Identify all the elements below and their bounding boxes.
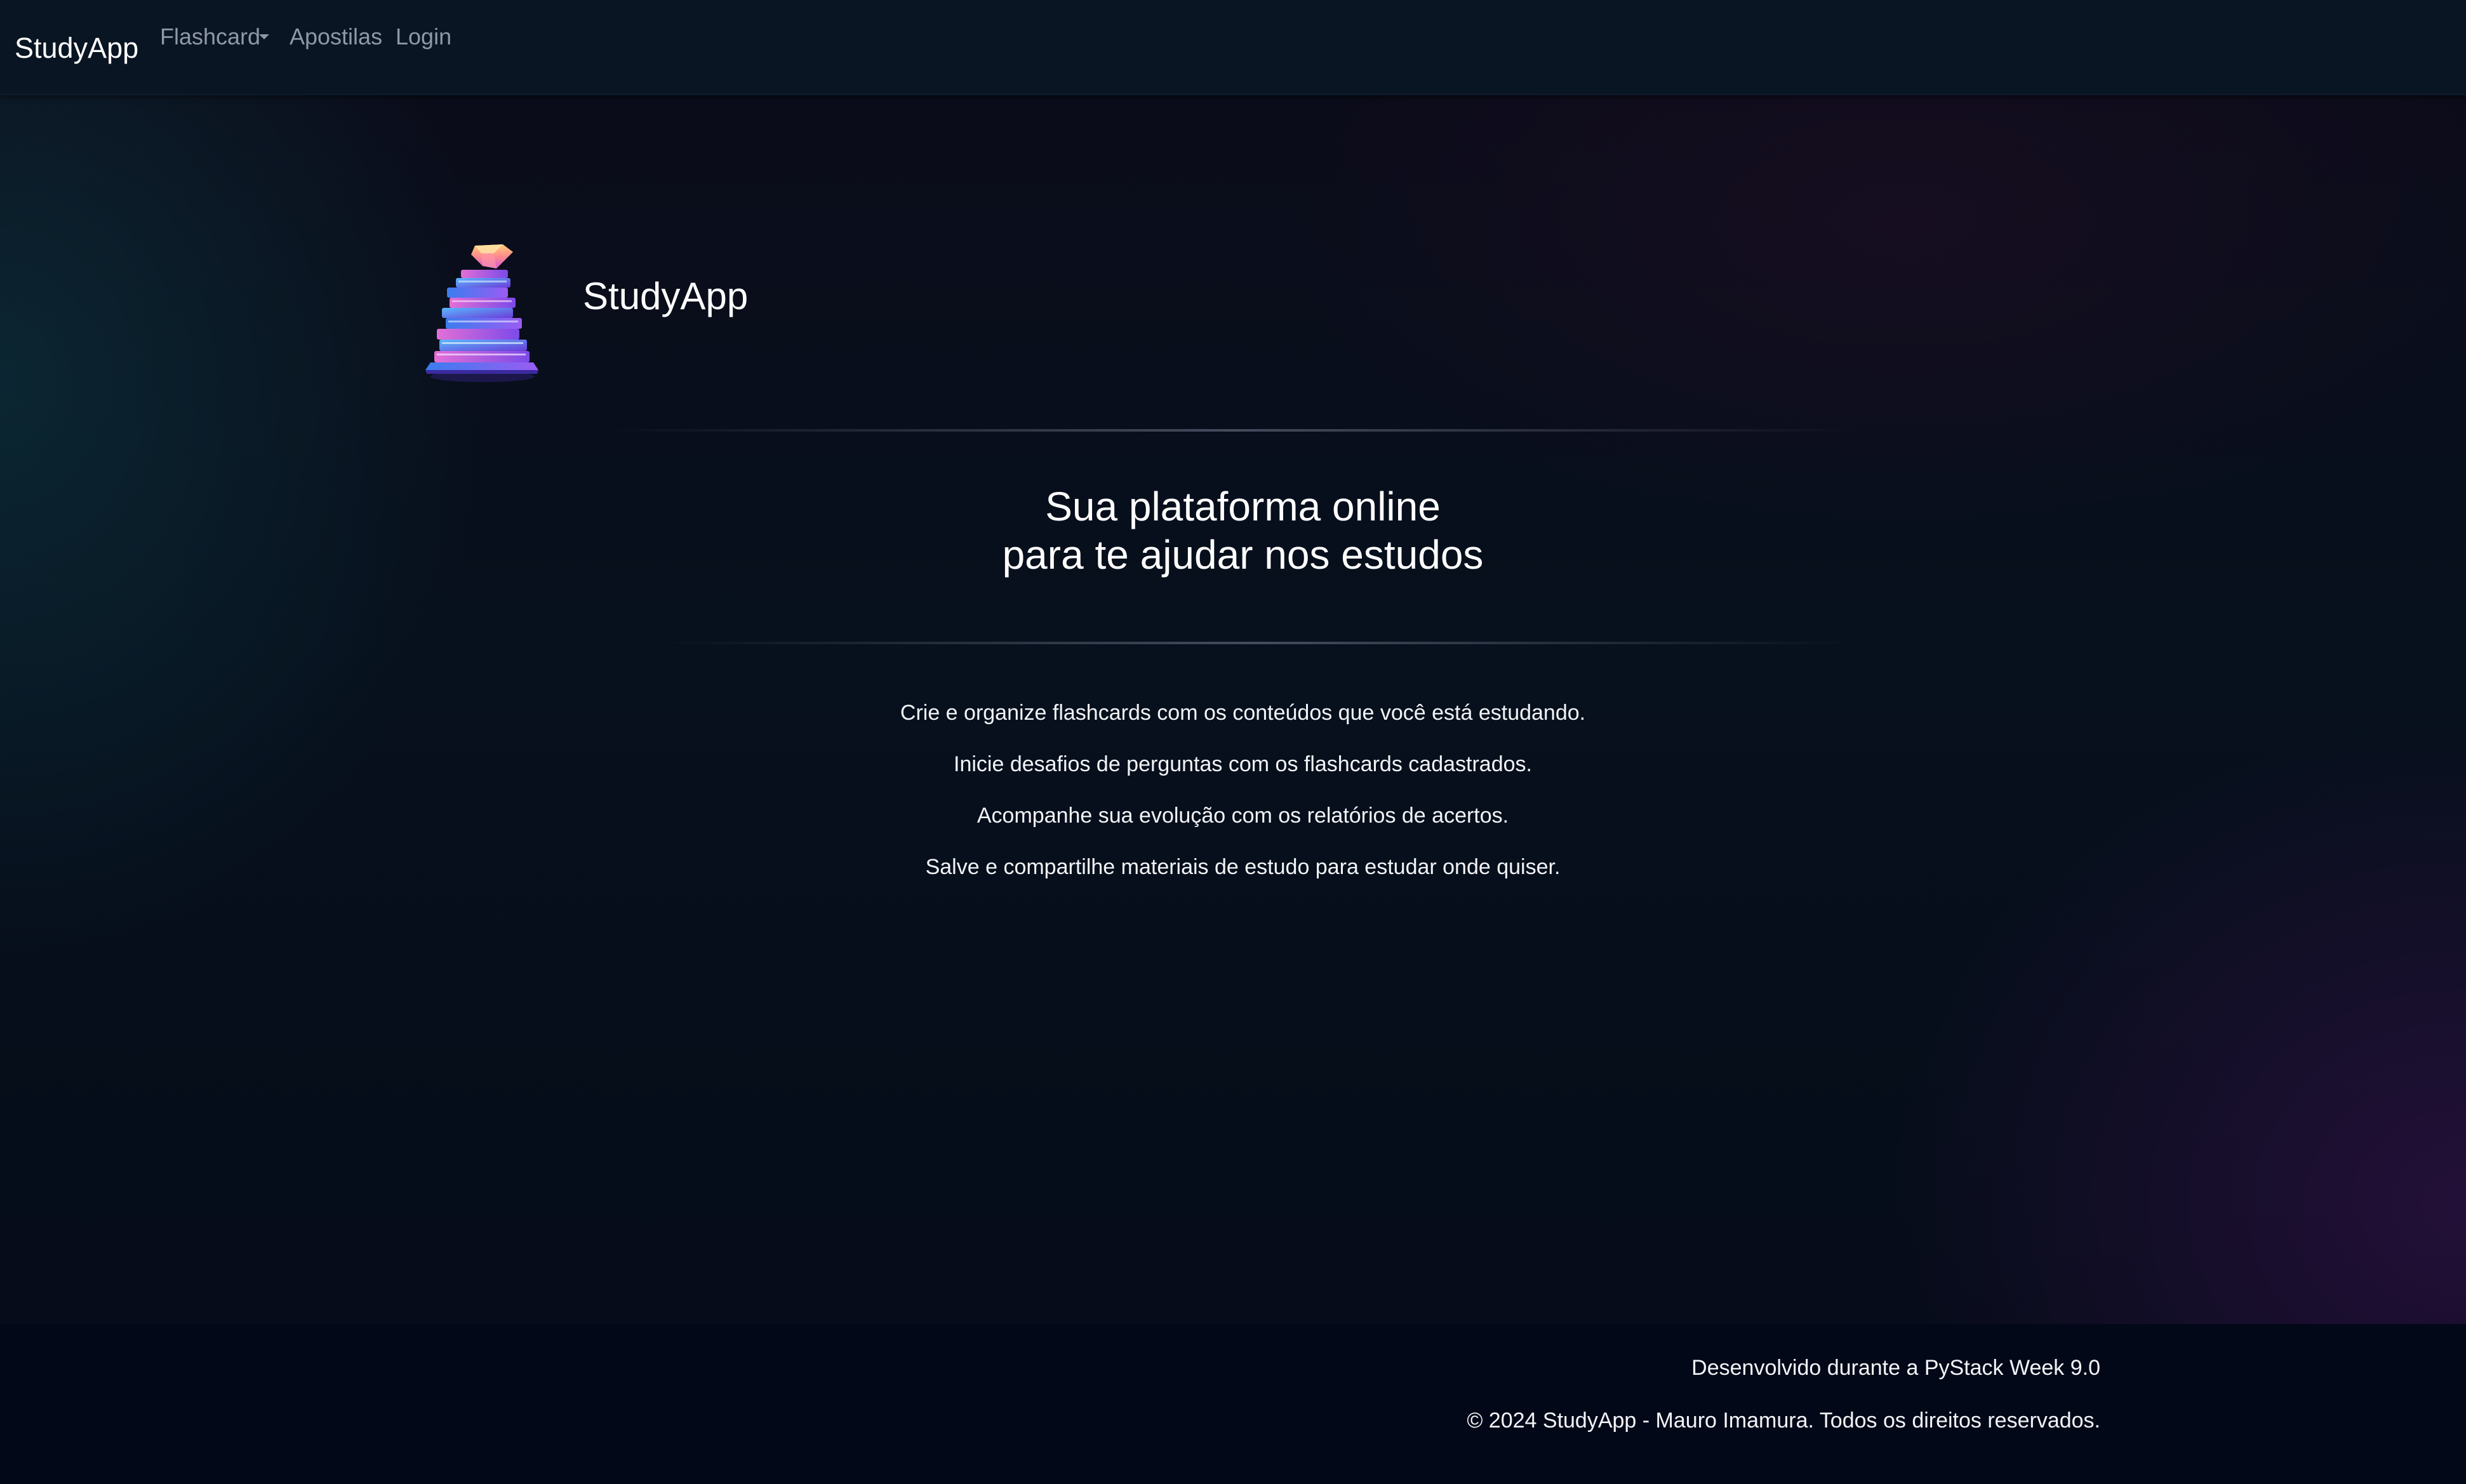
nav-apostilas-link[interactable]: Apostilas xyxy=(290,22,382,52)
feature-item-relatorios: Acompanhe sua evolução com os relatórios… xyxy=(976,804,1509,828)
feature-item-flashcards: Crie e organize flashcards com os conteú… xyxy=(900,701,1586,725)
hero-tagline: Sua plataforma online para te ajudar nos… xyxy=(749,482,1736,579)
tagline-line-2: para te ajudar nos estudos xyxy=(1002,532,1484,578)
divider xyxy=(660,642,1854,644)
page: StudyApp Flashcard Apostilas Login Study… xyxy=(0,0,2466,1484)
nav-flashcard-dropdown[interactable]: Flashcard xyxy=(160,22,260,52)
feature-list: Crie e organize flashcards com os conteú… xyxy=(749,693,1736,899)
chevron-down-icon[interactable] xyxy=(259,34,269,39)
top-navbar: StudyApp Flashcard Apostilas Login xyxy=(0,0,2466,95)
feature-item-desafios: Inicie desafios de perguntas com os flas… xyxy=(954,752,1532,776)
book-stack-logo-icon xyxy=(425,244,538,382)
nav-login-link[interactable]: Login xyxy=(396,22,451,52)
feature-item-materiais: Salve e compartilhe materiais de estudo … xyxy=(925,855,1561,879)
hero-app-title: StudyApp xyxy=(583,275,749,317)
tagline-line-1: Sua plataforma online xyxy=(1045,484,1441,529)
navbar-brand[interactable]: StudyApp xyxy=(15,29,138,67)
main-content: StudyApp Sua plataforma online para te a… xyxy=(0,95,2466,1324)
page-footer: Desenvolvido durante a PyStack Week 9.0 … xyxy=(0,1324,2466,1484)
footer-copyright: © 2024 StudyApp - Mauro Imamura. Todos o… xyxy=(1467,1408,2100,1433)
footer-credit: Desenvolvido durante a PyStack Week 9.0 xyxy=(1691,1356,2100,1380)
divider xyxy=(610,429,1854,432)
